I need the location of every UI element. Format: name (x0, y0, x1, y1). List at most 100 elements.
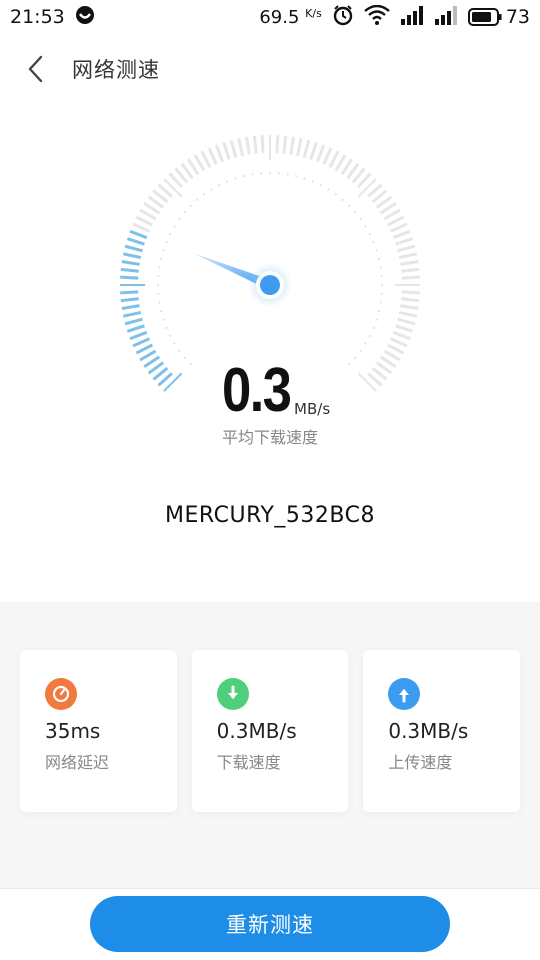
page-title: 网络测速 (72, 58, 160, 82)
speed-unit: MB/s (294, 400, 331, 418)
gauge-dot (375, 249, 378, 252)
gauge-dot (334, 193, 337, 196)
gauge-dot (158, 301, 161, 304)
gauge-dot (380, 275, 383, 278)
gauge-tick (139, 208, 157, 221)
gauge-tick (126, 324, 145, 333)
gauge-tick (275, 135, 280, 154)
upload-icon (388, 678, 421, 710)
gauge-tick (309, 141, 318, 160)
gauge-dot (348, 204, 351, 207)
gauge-dot (327, 188, 330, 191)
notification-icon (75, 5, 95, 30)
gauge-tick (120, 275, 139, 280)
gauge-tick (386, 215, 405, 227)
speed-readout: 0.3 MB/s (0, 352, 540, 422)
gauge-dot (160, 257, 163, 260)
gauge-tick (315, 144, 326, 163)
gauge-dot (189, 204, 192, 207)
gauge-tick (126, 237, 145, 246)
gauge-tick (295, 137, 303, 157)
gauge-tick (120, 297, 139, 303)
status-bar: 21:53 69.5 K/s 73 (0, 0, 540, 34)
gauge-dot (260, 172, 263, 175)
gauge-dot (295, 175, 298, 178)
gauge-tick (207, 147, 218, 166)
gauge-tick (302, 139, 311, 158)
gauge-dot (162, 249, 165, 252)
gauge-dot (380, 292, 383, 295)
latency-value: 35ms (45, 719, 101, 743)
gauge-dot (234, 177, 237, 180)
gauge-tick (121, 304, 140, 310)
retest-button[interactable]: 重新测速 (90, 896, 450, 952)
gauge-dot (173, 342, 176, 345)
gauge-tick (124, 244, 143, 253)
gauge-tick (397, 317, 416, 326)
gauge-tick (395, 237, 414, 246)
speed-caption: 平均下载速度 (221, 428, 318, 447)
gauge-tick (229, 139, 238, 158)
gauge-tick (389, 222, 408, 233)
gauge-dot (381, 284, 383, 286)
gauge-tick (222, 141, 231, 160)
gauge-tick (328, 150, 340, 169)
gauge-dot (165, 326, 168, 329)
gauge-tick (132, 222, 151, 233)
download-label: 下载速度 (216, 753, 281, 772)
gauge-dot (203, 193, 206, 196)
latency-card: 35ms 网络延迟 (20, 650, 177, 812)
gauge-dot (379, 266, 382, 269)
gauge-tick (401, 267, 420, 273)
upload-card: 0.3MB/s 上传速度 (363, 650, 521, 812)
gauge-tick (282, 135, 288, 154)
signal-icon-sim1 (400, 5, 424, 30)
gauge-tick (397, 244, 416, 253)
gauge-tick (322, 147, 333, 166)
speed-value: 0.3 (221, 356, 292, 425)
download-icon (216, 678, 249, 710)
gauge-dot (269, 172, 271, 174)
back-button[interactable] (6, 40, 66, 98)
gauge-tick (383, 208, 401, 221)
gauge-tick (129, 330, 148, 341)
chevron-left-icon (28, 55, 43, 83)
gauge-dot (183, 211, 186, 214)
gauge-dot (242, 175, 245, 178)
gauge-dot (210, 188, 213, 191)
latency-label: 网络延迟 (45, 753, 110, 772)
gauge-tick (200, 150, 212, 169)
gauge-tick (237, 137, 245, 157)
gauge-dot (354, 211, 357, 214)
gauge-tick (401, 290, 420, 295)
gauge-dot (377, 257, 380, 260)
gauge-tick (124, 317, 143, 326)
gauge-dot (157, 284, 159, 286)
gauge-tick (122, 252, 142, 260)
gauge-dot (364, 225, 367, 228)
gauge-tick (245, 136, 251, 155)
gauge-dot (226, 180, 229, 183)
gauge-tick (289, 136, 295, 155)
download-value: 0.3MB/s (216, 719, 297, 743)
upload-label: 上传速度 (388, 753, 453, 772)
gauge-tick (129, 229, 148, 240)
net-speed: 69.5 K/s (259, 6, 322, 28)
gauge-dot (196, 198, 199, 201)
gauge-tick (392, 330, 411, 341)
gauge-dot (341, 198, 344, 201)
alarm-icon (332, 4, 354, 31)
gauge-tick (389, 337, 408, 348)
gauge-tick (122, 310, 142, 318)
gauge-dot (368, 233, 371, 236)
gauge-tick (252, 135, 258, 154)
gauge-dot (359, 218, 362, 221)
gauge-tick (193, 154, 206, 172)
gauge-hub (260, 275, 280, 295)
net-speed-unit: K/s (305, 6, 322, 20)
gauge-dot (286, 173, 289, 176)
gauge-dot (364, 342, 367, 345)
wifi-icon (364, 4, 390, 30)
gauge-tick (400, 260, 419, 266)
network-ssid: MERCURY_532BC8 (165, 503, 375, 528)
